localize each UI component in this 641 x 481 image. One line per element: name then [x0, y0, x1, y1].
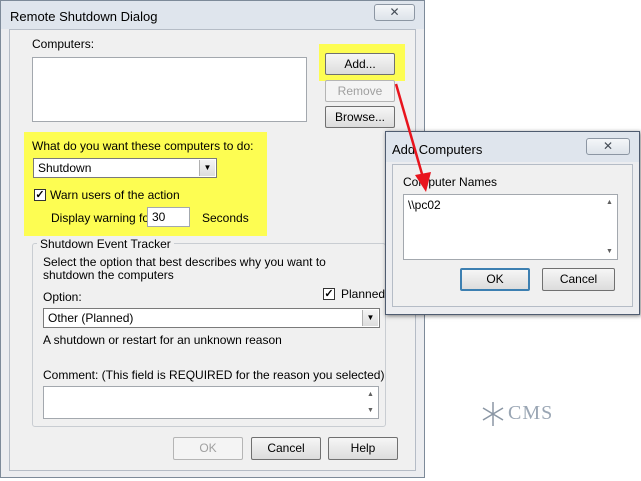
- snowflake-icon: [482, 402, 504, 426]
- watermark-text: CMS: [508, 402, 554, 424]
- watermark-logo: CMS: [480, 400, 570, 432]
